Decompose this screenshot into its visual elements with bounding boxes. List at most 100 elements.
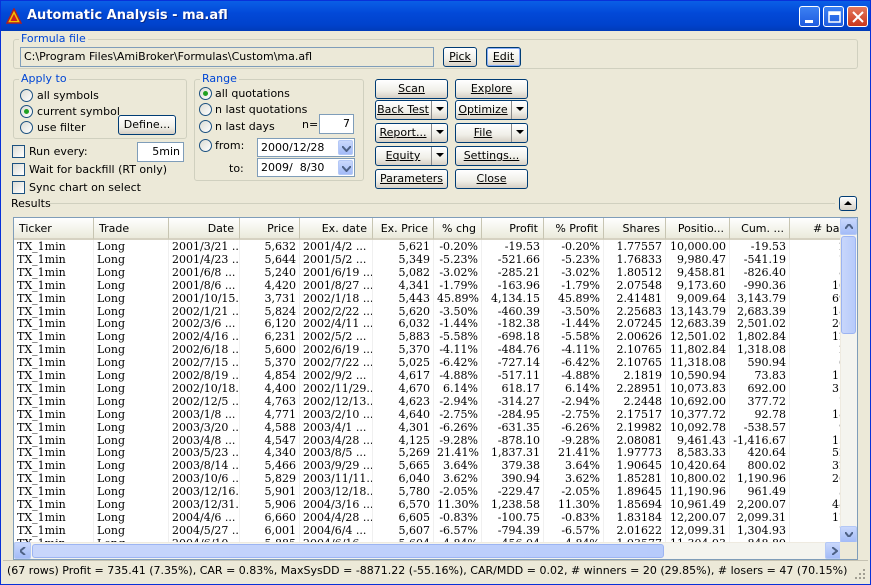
table-row[interactable]: TX_1min Long 2001/3/21 ... 5,632 2001/4/2 ..… xyxy=(14,240,842,253)
close-button[interactable]: Close xyxy=(455,169,528,189)
collapse-results-button[interactable] xyxy=(839,196,857,211)
sync-chart-checkbox[interactable] xyxy=(12,181,25,194)
report-dropdown[interactable] xyxy=(431,124,447,142)
define-button[interactable]: Define... xyxy=(118,115,176,135)
column-header[interactable]: Price xyxy=(240,218,300,240)
table-row[interactable]: TX_1min Long 2003/3/20 ... 4,588 2003/4/1 ..… xyxy=(14,420,842,434)
wait-backfill-checkbox[interactable] xyxy=(12,163,25,176)
table-cell: 9,458.81 xyxy=(666,265,730,279)
table-row[interactable]: TX_1min Long 2003/4/8 ... 4,547 2003/4/28 ..… xyxy=(14,433,842,447)
to-date-picker[interactable]: 2009/ 8/30 xyxy=(257,158,355,177)
scroll-left-button[interactable] xyxy=(14,542,31,559)
table-cell: 2003/9/29 ... xyxy=(300,459,373,473)
maximize-button[interactable] xyxy=(823,6,844,27)
radio-current-symbol[interactable] xyxy=(20,105,33,118)
backtest-dropdown[interactable] xyxy=(431,101,447,119)
table-row[interactable]: TX_1min Long 2002/1/21 ... 5,824 2002/2/22 .… xyxy=(14,304,842,318)
column-header[interactable]: Ex. date xyxy=(300,218,373,240)
table-row[interactable]: TX_1min Long 2001/8/6 ... 4,420 2001/8/27 ..… xyxy=(14,278,842,292)
column-header[interactable]: % chg xyxy=(434,218,482,240)
table-row[interactable]: TX_1min Long 2002/4/16 ... 6,231 2002/5/2 ..… xyxy=(14,330,842,344)
file-button[interactable]: File xyxy=(455,123,528,143)
column-header[interactable]: Date xyxy=(169,218,240,240)
equity-dropdown[interactable] xyxy=(431,147,447,165)
minimize-button[interactable] xyxy=(799,6,820,27)
table-row[interactable]: TX_1min Long 2003/12/31... 5,906 2004/3/16 .… xyxy=(14,498,842,511)
backtest-button[interactable]: Back Test xyxy=(375,100,448,120)
column-header[interactable]: Ex. Price xyxy=(373,218,434,240)
column-header[interactable]: Profit xyxy=(482,218,544,240)
horizontal-scroll-thumb[interactable] xyxy=(32,544,664,558)
table-row[interactable]: TX_1min Long 2003/8/14 ... 5,466 2003/9/29 .… xyxy=(14,459,842,473)
table-cell: 2003/4/28 ... xyxy=(300,433,373,447)
table-row[interactable]: TX_1min Long 2003/5/23 ... 4,340 2003/8/5 ..… xyxy=(14,446,842,460)
table-cell: 26 xyxy=(790,317,842,330)
column-header[interactable]: % Profit xyxy=(544,218,604,240)
table-row[interactable]: TX_1min Long 2002/12/5 ... 4,763 2002/12/13.… xyxy=(14,394,842,408)
resize-grip-icon[interactable] xyxy=(854,568,866,580)
formula-path-field[interactable]: C:\Program Files\AmiBroker\Formulas\Cust… xyxy=(20,47,434,67)
radio-from[interactable] xyxy=(199,139,212,152)
table-row[interactable]: TX_1min Long 2002/7/15 ... 5,370 2002/7/22 .… xyxy=(14,356,842,370)
radio-all-quotations[interactable] xyxy=(199,87,212,100)
table-cell: -1,416.67 xyxy=(730,433,790,447)
pick-button[interactable]: Pick xyxy=(443,47,477,67)
table-row[interactable]: TX_1min Long 2004/4/6 ... 6,660 2004/4/28 ..… xyxy=(14,510,842,524)
radio-all-symbols[interactable] xyxy=(20,89,33,102)
settings-button[interactable]: Settings... xyxy=(455,146,528,166)
column-header[interactable]: Trade xyxy=(94,218,169,240)
table-cell: 6.14% xyxy=(434,381,482,395)
table-row[interactable]: TX_1min Long 2003/10/6 ... 5,829 2003/11/11.… xyxy=(14,472,842,486)
table-cell: 10,961.49 xyxy=(666,498,730,511)
to-date-dropdown[interactable] xyxy=(338,160,353,175)
table-row[interactable]: TX_1min Long 2001/4/23 ... 5,644 2001/5/2 ..… xyxy=(14,252,842,266)
column-header[interactable]: Shares xyxy=(604,218,666,240)
run-every-field[interactable]: 5min xyxy=(137,142,184,162)
equity-button[interactable]: Equity xyxy=(375,146,448,166)
table-row[interactable]: TX_1min Long 2002/6/18 ... 5,600 2002/6/19 .… xyxy=(14,343,842,357)
table-cell: -6.26% xyxy=(544,420,604,434)
scroll-up-button[interactable] xyxy=(840,218,857,235)
column-header[interactable]: Cum. ... xyxy=(730,218,790,240)
horizontal-scrollbar[interactable] xyxy=(14,542,842,559)
parameters-button[interactable]: Parameters xyxy=(375,169,448,189)
table-row[interactable]: TX_1min Long 2002/10/18... 4,400 2002/11/29.… xyxy=(14,381,842,395)
column-header[interactable]: # bar xyxy=(790,218,842,240)
column-header[interactable]: Positio... xyxy=(666,218,730,240)
table-row[interactable]: TX_1min Long 2002/8/19 ... 4,854 2002/9/2 ..… xyxy=(14,369,842,382)
explore-button[interactable]: Explore xyxy=(455,79,528,99)
scan-button[interactable]: Scan xyxy=(375,79,448,99)
radio-n-last-quotations[interactable] xyxy=(199,103,212,116)
close-window-button[interactable] xyxy=(847,6,868,27)
report-button[interactable]: Report... xyxy=(375,123,448,143)
from-date-dropdown[interactable] xyxy=(338,140,353,155)
edit-button[interactable]: Edit xyxy=(486,47,521,67)
scroll-down-button[interactable] xyxy=(840,526,857,543)
column-header[interactable]: Ticker xyxy=(14,218,94,240)
table-cell: 11.30% xyxy=(434,498,482,511)
file-dropdown[interactable] xyxy=(511,124,527,142)
results-grid[interactable]: Ticker Trade Date Price Ex. date Ex. Price% c… xyxy=(13,217,858,560)
title-bar[interactable]: Automatic Analysis - ma.afl xyxy=(1,1,870,31)
run-every-checkbox[interactable] xyxy=(12,145,25,158)
table-row[interactable]: TX_1min Long 2003/12/16... 5,901 2003/12/18.… xyxy=(14,485,842,499)
table-row[interactable]: TX_1min Long 2003/1/8 ... 4,771 2003/2/10 ..… xyxy=(14,407,842,421)
radio-n-last-days[interactable] xyxy=(199,120,212,133)
table-cell: 4,617 xyxy=(373,369,434,382)
table-cell: 2002/4/11 ... xyxy=(300,317,373,331)
optimize-dropdown[interactable] xyxy=(511,101,527,119)
table-row[interactable]: TX_1min Long 2002/3/6 ... 6,120 2002/4/11 ..… xyxy=(14,317,842,331)
n-value-field[interactable]: 7 xyxy=(319,114,354,134)
table-cell: 4,125 xyxy=(373,433,434,447)
from-date-picker[interactable]: 2000/12/28 xyxy=(257,138,355,157)
vertical-scroll-thumb[interactable] xyxy=(841,236,856,334)
table-cell: 4,420 xyxy=(240,278,300,292)
table-cell: 2003/3/20 ... xyxy=(169,420,240,434)
table-row[interactable]: TX_1min Long 2001/10/15... 3,731 2002/1/18 .… xyxy=(14,291,842,305)
table-cell: TX_1min xyxy=(14,420,94,434)
table-row[interactable]: TX_1min Long 2001/6/8 ... 5,240 2001/6/19 ..… xyxy=(14,265,842,279)
vertical-scrollbar[interactable] xyxy=(840,218,857,543)
table-row[interactable]: TX_1min Long 2004/5/27 ... 6,001 2004/6/4 ..… xyxy=(14,523,842,537)
optimize-button[interactable]: Optimize xyxy=(455,100,528,120)
radio-use-filter[interactable] xyxy=(20,121,33,134)
